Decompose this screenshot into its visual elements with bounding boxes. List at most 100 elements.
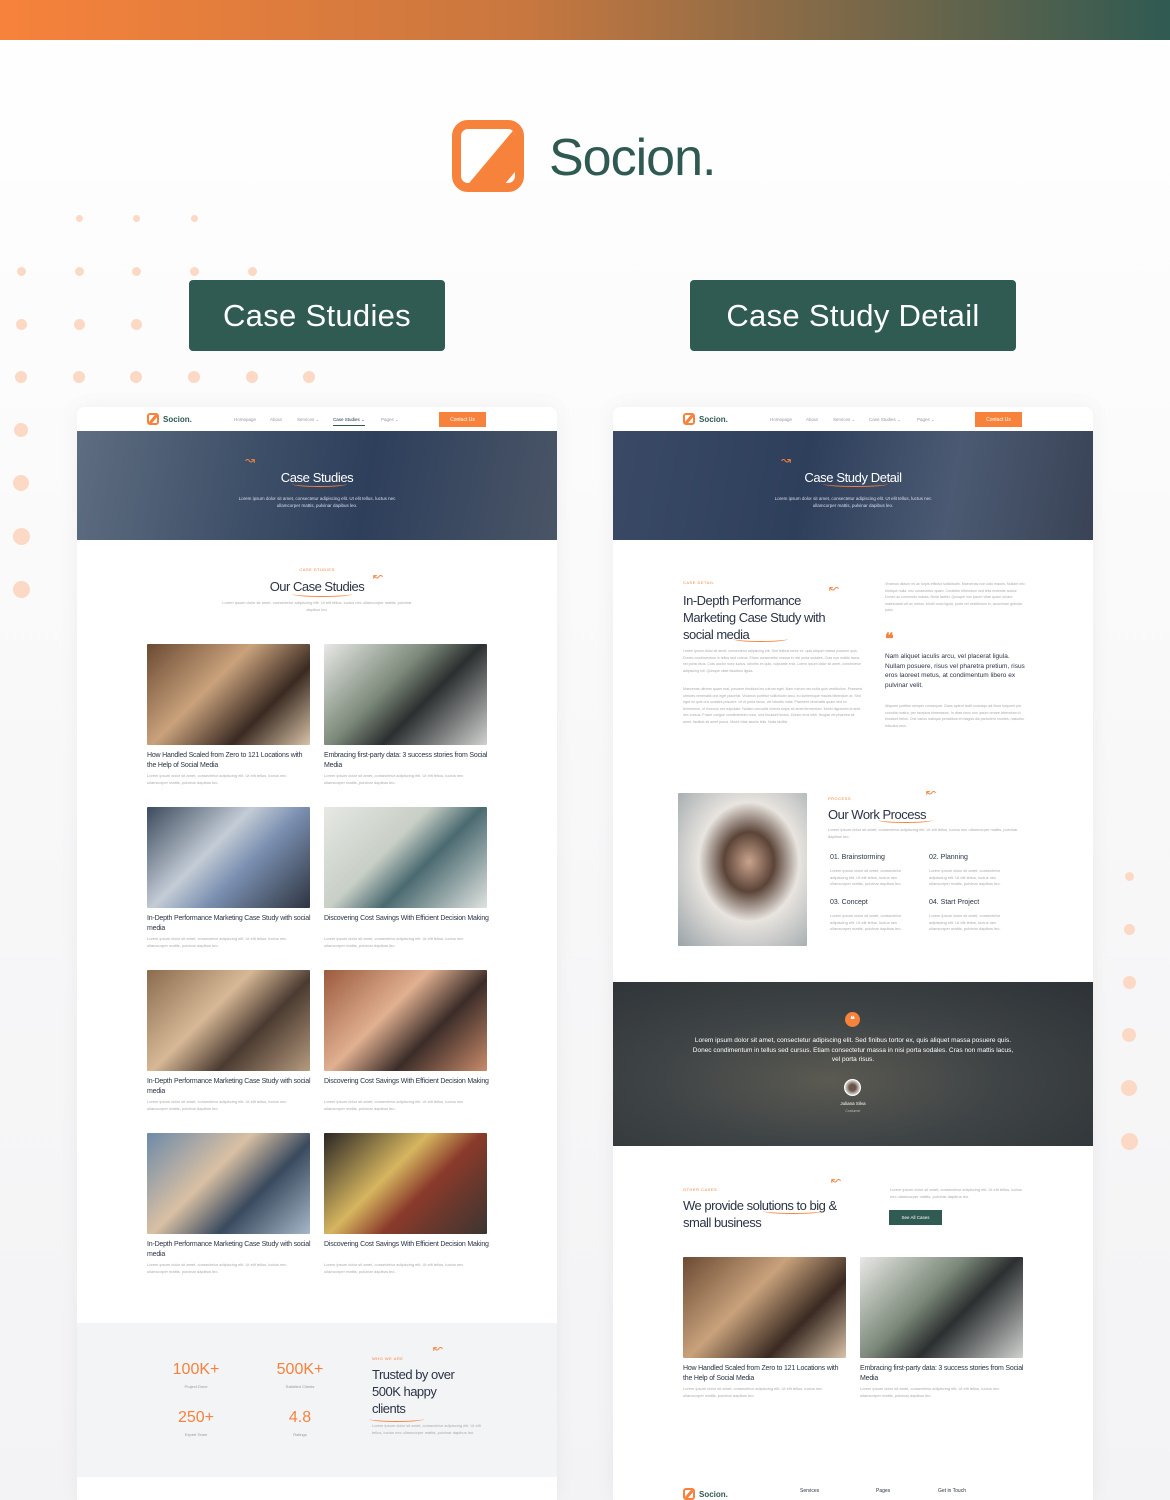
squiggle-arrow-icon: ↝ — [245, 453, 256, 467]
process-subtitle: Lorem ipsum dolor sit amet, consectetur … — [828, 827, 1018, 839]
case-image[interactable] — [324, 644, 487, 745]
decor-dot — [1122, 975, 1136, 989]
decor-dot — [1123, 923, 1135, 935]
section-label: CASE STUDIES — [299, 567, 335, 572]
nav-about[interactable]: About — [270, 417, 282, 422]
underline-swoosh — [823, 481, 888, 487]
nav-case-studies[interactable]: Case Studies ⌄ — [333, 417, 365, 426]
case-image[interactable] — [683, 1257, 846, 1358]
case-image[interactable] — [147, 807, 310, 908]
case-image[interactable] — [147, 644, 310, 745]
case-title[interactable]: In-Depth Performance Marketing Case Stud… — [147, 1240, 312, 1259]
navbar: Socion. Homepage About Services ⌄ Case S… — [613, 407, 1093, 431]
case-image[interactable] — [324, 970, 487, 1071]
nav-logo[interactable]: Socion. — [699, 415, 728, 424]
who-title: Trusted by over 500K happy clients — [372, 1367, 455, 1416]
detail-paragraph: Lorem ipsum dolor sit amet, consectetur … — [683, 649, 861, 673]
contact-us-button[interactable]: Contact Us — [439, 412, 486, 427]
underline-swoosh — [733, 636, 788, 642]
decor-dot — [15, 318, 27, 330]
footer-col-get-in-touch: Get in Touch — [938, 1488, 966, 1494]
decor-dot — [130, 318, 142, 330]
decor-dot — [1120, 1132, 1138, 1150]
quote-text: Nam aliquet iaculis arcu, vel placerat l… — [885, 653, 1025, 689]
nav-pages[interactable]: Pages ⌄ — [917, 417, 935, 423]
nav-case-studies[interactable]: Case Studies ⌄ — [869, 417, 901, 423]
case-title[interactable]: Embracing first-party data: 3 success st… — [324, 751, 489, 770]
case-title[interactable]: In-Depth Performance Marketing Case Stud… — [147, 1077, 312, 1096]
hero-banner: ↝ Case Study Detail Lorem ipsum dolor si… — [613, 431, 1093, 540]
case-title[interactable]: How Handled Scaled from Zero to 121 Loca… — [147, 751, 312, 770]
case-image[interactable] — [147, 1133, 310, 1234]
decor-dot — [190, 214, 198, 222]
nav-about[interactable]: About — [806, 417, 818, 422]
stat-label: Ratings — [293, 1432, 307, 1437]
avatar — [844, 1079, 861, 1096]
decor-dot — [74, 266, 84, 276]
who-text: Lorem ipsum dolor sit amet, consectetur … — [372, 1423, 481, 1435]
hero-subtitle: Lorem ipsum dolor sit amet, consectetur … — [774, 496, 932, 508]
case-desc: Lorem ipsum dolor sit amet, consectetur … — [147, 936, 287, 948]
logo-icon — [683, 413, 695, 425]
footer-logo[interactable]: Socion. — [699, 1490, 728, 1499]
label-case-study-detail: Case Study Detail — [690, 280, 1016, 351]
step-title: 01. Brainstorming — [830, 854, 885, 861]
detail-paragraph: Vivamus dictum mi ac turpis efficitur so… — [885, 582, 1025, 612]
testimonial-role: Costumer — [845, 1109, 861, 1113]
process-image — [678, 793, 807, 946]
nav-services[interactable]: Services ⌄ — [833, 417, 855, 423]
nav-services[interactable]: Services ⌄ — [297, 417, 319, 423]
case-title[interactable]: How Handled Scaled from Zero to 121 Loca… — [683, 1364, 848, 1383]
step-desc: Lorem ipsum dolor sit amet, consectetur … — [929, 913, 1001, 931]
stat-value: 4.8 — [288, 1409, 312, 1426]
squiggle-arrow-icon: ↜ — [926, 785, 937, 799]
case-image[interactable] — [860, 1257, 1023, 1358]
stat-label: Project Done — [184, 1384, 208, 1389]
case-title[interactable]: Discovering Cost Savings With Efficient … — [324, 1240, 489, 1250]
nav-logo[interactable]: Socion. — [163, 415, 192, 424]
contact-us-button[interactable]: Contact Us — [975, 412, 1022, 427]
case-title[interactable]: In-Depth Performance Marketing Case Stud… — [147, 914, 312, 933]
label-case-studies: Case Studies — [189, 280, 445, 351]
case-image[interactable] — [324, 1133, 487, 1234]
decor-dot — [1122, 1028, 1136, 1042]
decor-dot — [1121, 1080, 1137, 1096]
logo-icon — [147, 413, 159, 425]
nav-homepage[interactable]: Homepage — [234, 417, 256, 422]
case-title[interactable]: Embracing first-party data: 3 success st… — [860, 1364, 1025, 1383]
nav-homepage[interactable]: Homepage — [770, 417, 792, 422]
case-desc: Lorem ipsum dolor sit amet, consectetur … — [860, 1386, 1000, 1398]
case-desc: Lorem ipsum dolor sit amet, consectetur … — [324, 1262, 464, 1274]
decor-dot — [246, 371, 258, 383]
other-cases-label: OTHER CASES — [683, 1187, 718, 1192]
decor-dot — [75, 214, 83, 222]
nav-pages[interactable]: Pages ⌄ — [381, 417, 399, 423]
footer-col-services: Services — [800, 1488, 820, 1494]
step-desc: Lorem ipsum dolor sit amet, consectetur … — [830, 913, 902, 931]
case-title[interactable]: Discovering Cost Savings With Efficient … — [324, 1077, 489, 1087]
process-label: PROCESS — [828, 796, 852, 801]
decor-dot — [132, 214, 140, 222]
case-image[interactable] — [324, 807, 487, 908]
step-desc: Lorem ipsum dolor sit amet, consectetur … — [830, 868, 902, 886]
squiggle-arrow-icon: ↝ — [781, 453, 792, 467]
decor-dot — [130, 371, 142, 383]
case-title[interactable]: Discovering Cost Savings With Efficient … — [324, 914, 489, 924]
case-image[interactable] — [147, 970, 310, 1071]
brand-name: Socion. — [549, 129, 716, 187]
decor-dot — [12, 527, 30, 545]
logo-icon — [683, 1488, 695, 1500]
detail-label: CASE DETAIL — [683, 580, 715, 585]
case-desc: Lorem ipsum dolor sit amet, consectetur … — [324, 773, 464, 785]
case-desc: Lorem ipsum dolor sit amet, consectetur … — [147, 1262, 287, 1274]
case-study-detail-mockup: Socion. Homepage About Services ⌄ Case S… — [613, 407, 1093, 1500]
stat-value: 250+ — [177, 1409, 215, 1426]
see-all-cases-button[interactable]: See All Cases — [889, 1210, 942, 1225]
underline-swoosh — [292, 481, 347, 487]
footer-col-pages: Pages — [876, 1488, 891, 1494]
underline-swoosh — [763, 1208, 823, 1214]
decor-dot — [303, 371, 315, 383]
step-title: 03. Concept — [830, 899, 868, 906]
underline-swoosh — [292, 591, 352, 597]
stat-label: Satisfied Clients — [285, 1384, 315, 1389]
